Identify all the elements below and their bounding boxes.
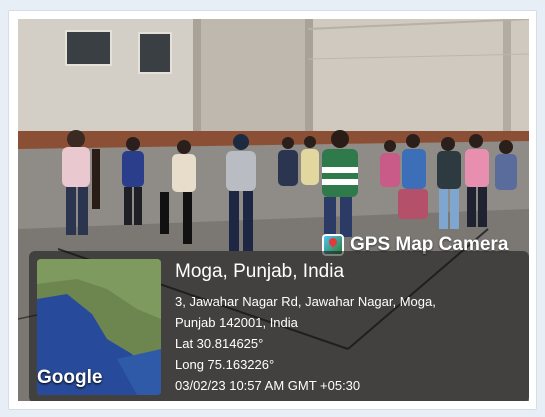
address-line-1: 3, Jawahar Nagar Rd, Jawahar Nagar, Moga…: [175, 294, 436, 309]
datetime: 03/02/23 10:57 AM GMT +05:30: [175, 378, 361, 393]
google-label: Google: [37, 367, 103, 388]
location-title: Moga, Punjab, India: [175, 261, 345, 282]
location-panel: Google Moga, Punjab, India 3, Jawahar Na…: [29, 251, 529, 401]
location-info: Moga, Punjab, India 3, Jawahar Nagar Rd,…: [175, 261, 436, 396]
photo-frame: GPS Map Camera Google Moga, Punjab, Indi…: [8, 10, 537, 410]
address-line-2: Punjab 142001, India: [175, 315, 298, 330]
geotagged-photo: GPS Map Camera Google Moga, Punjab, Indi…: [18, 19, 529, 401]
latitude: Lat 30.814625°: [175, 336, 264, 351]
longitude: Long 75.163226°: [175, 357, 275, 372]
mini-map: Google: [37, 259, 161, 395]
